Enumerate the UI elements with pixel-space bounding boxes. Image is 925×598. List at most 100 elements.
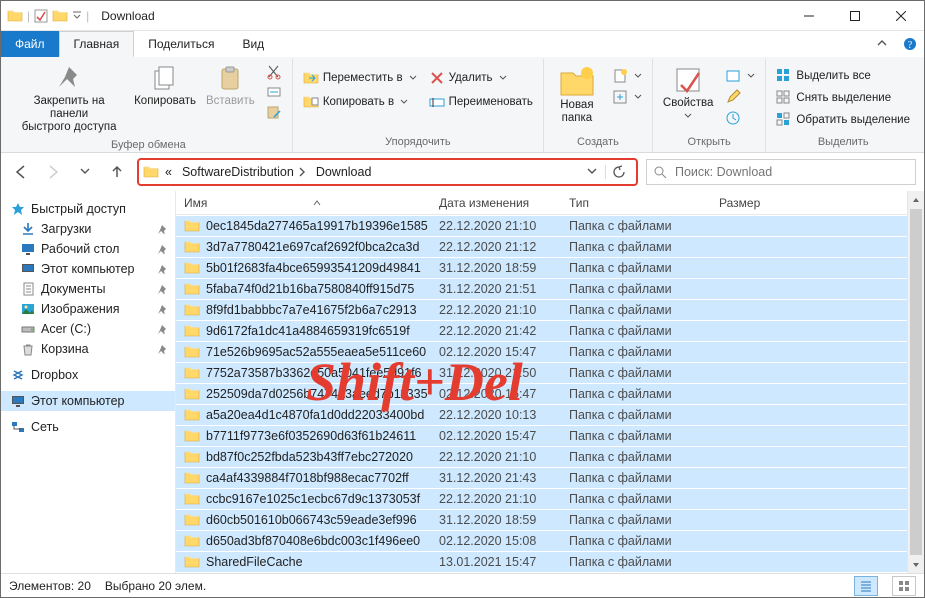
easy-access-icon	[612, 89, 628, 105]
file-date: 02.12.2020 15:47	[431, 345, 561, 359]
file-type: Папка с файлами	[561, 471, 711, 485]
table-row[interactable]: d650ad3bf870408e6bdc003c1f496ee002.12.20…	[176, 530, 924, 551]
sidebar-item-recycle[interactable]: Корзина	[1, 339, 175, 359]
sort-indicator-icon	[313, 200, 321, 206]
file-name: ccbc9167e1025c1ecbc67d9c1373053f	[206, 492, 420, 506]
paste-shortcut-button[interactable]	[262, 103, 286, 121]
breadcrumb-download[interactable]: Download	[312, 165, 376, 179]
folder-icon	[184, 218, 200, 234]
file-name: 3d7a7780421e697caf2692f0bca2ca3d	[206, 240, 419, 254]
ribbon-group-label-open: Открыть	[659, 134, 760, 152]
tab-share[interactable]: Поделиться	[134, 31, 228, 57]
column-header-size[interactable]: Размер	[711, 196, 801, 210]
easy-access-button[interactable]	[608, 88, 646, 106]
open-button[interactable]	[721, 67, 759, 85]
sidebar-network[interactable]: Сеть	[1, 417, 175, 437]
pin-to-quick-access-button[interactable]: Закрепить на панели быстрого доступа	[11, 63, 127, 137]
forward-button[interactable]	[41, 160, 65, 184]
table-row[interactable]: b7711f9773e6f0352690d63f61b2461102.12.20…	[176, 425, 924, 446]
history-button[interactable]	[721, 109, 759, 127]
details-view-button[interactable]	[854, 576, 878, 596]
column-header-date[interactable]: Дата изменения	[431, 196, 561, 210]
properties-button[interactable]: Свойства	[659, 63, 718, 122]
file-date: 22.12.2020 21:12	[431, 240, 561, 254]
delete-button[interactable]: Удалить	[425, 69, 537, 87]
table-row[interactable]: 5faba74f0d21b16ba7580840ff915d7531.12.20…	[176, 278, 924, 299]
table-row[interactable]: 7752a73587b3362d50a5041fee5d91f631.12.20…	[176, 362, 924, 383]
scroll-down-button[interactable]	[908, 556, 925, 573]
folder-icon	[184, 470, 200, 486]
sidebar-item-pictures[interactable]: Изображения	[1, 299, 175, 319]
up-button[interactable]	[105, 160, 129, 184]
table-row[interactable]: 252509da7d0256b7474a3aeed7b1133502.12.20…	[176, 383, 924, 404]
qat-folder-icon-2[interactable]	[52, 8, 68, 24]
sidebar-item-this-pc-qa[interactable]: Этот компьютер	[1, 259, 175, 279]
scrollbar-thumb[interactable]	[910, 209, 922, 555]
help-button[interactable]: ?	[896, 31, 924, 57]
search-box[interactable]	[646, 159, 916, 185]
column-header-type[interactable]: Тип	[561, 196, 711, 210]
copy-to-button[interactable]: Копировать в	[299, 93, 421, 111]
maximize-button[interactable]	[832, 1, 878, 31]
collapse-ribbon-button[interactable]	[868, 31, 896, 57]
table-row[interactable]: a5a20ea4d1c4870fa1d0dd22033400bd22.12.20…	[176, 404, 924, 425]
vertical-scrollbar[interactable]	[907, 191, 924, 573]
cut-button[interactable]	[262, 63, 286, 81]
sidebar-dropbox[interactable]: Dropbox	[1, 365, 175, 385]
sidebar-item-acer-c[interactable]: Acer (C:)	[1, 319, 175, 339]
navigation-row: « SoftwareDistribution Download	[1, 153, 924, 191]
table-row[interactable]: 8f9fd1babbbc7a7e41675f2b6a7c291322.12.20…	[176, 299, 924, 320]
tab-view[interactable]: Вид	[228, 31, 278, 57]
back-button[interactable]	[9, 160, 33, 184]
select-none-button[interactable]: Снять выделение	[772, 89, 914, 107]
paste-button[interactable]: Вставить	[203, 63, 258, 110]
breadcrumb-softwaredistribution[interactable]: SoftwareDistribution	[178, 165, 310, 179]
table-row[interactable]: ccbc9167e1025c1ecbc67d9c1373053f22.12.20…	[176, 488, 924, 509]
file-type: Папка с файлами	[561, 345, 711, 359]
sidebar-this-pc[interactable]: Этот компьютер	[1, 391, 175, 411]
qat-dropdown-icon[interactable]	[72, 11, 82, 21]
tab-file[interactable]: Файл	[1, 31, 59, 57]
table-row[interactable]: 5b01f2683fa4bce65993541209d4984131.12.20…	[176, 257, 924, 278]
scroll-up-button[interactable]	[908, 191, 925, 208]
recent-locations-button[interactable]	[73, 160, 97, 184]
address-dropdown-button[interactable]	[581, 167, 603, 177]
table-row[interactable]: 9d6172fa1dc41a4884659319fc6519f22.12.202…	[176, 320, 924, 341]
qat-properties-icon[interactable]	[34, 9, 48, 23]
copy-path-icon	[266, 84, 282, 100]
copy-button[interactable]: Копировать	[131, 63, 199, 110]
file-type: Папка с файлами	[561, 387, 711, 401]
new-folder-button[interactable]: Новая папка	[550, 63, 604, 127]
table-row[interactable]: 71e526b9695ac52a555eaea5e511ce6002.12.20…	[176, 341, 924, 362]
minimize-button[interactable]	[786, 1, 832, 31]
file-name: 5faba74f0d21b16ba7580840ff915d75	[206, 282, 414, 296]
close-button[interactable]	[878, 1, 924, 31]
refresh-button[interactable]	[605, 165, 632, 179]
table-row[interactable]: d60cb501610b066743c59eade3ef99631.12.202…	[176, 509, 924, 530]
sidebar-quick-access[interactable]: Быстрый доступ	[1, 199, 175, 219]
select-all-button[interactable]: Выделить все	[772, 67, 914, 85]
sidebar-item-downloads[interactable]: Загрузки	[1, 219, 175, 239]
table-row[interactable]: bd87f0c252fbda523b43ff7ebc27202022.12.20…	[176, 446, 924, 467]
sidebar-item-documents[interactable]: Документы	[1, 279, 175, 299]
invert-selection-button[interactable]: Обратить выделение	[772, 111, 914, 129]
table-row[interactable]: SharedFileCache13.01.2021 15:47Папка с ф…	[176, 551, 924, 572]
copy-path-button[interactable]	[262, 83, 286, 101]
move-to-button[interactable]: Переместить в	[299, 69, 421, 87]
search-input[interactable]	[673, 164, 909, 180]
address-bar[interactable]: « SoftwareDistribution Download	[137, 158, 638, 186]
sidebar-item-desktop[interactable]: Рабочий стол	[1, 239, 175, 259]
edit-button[interactable]	[721, 88, 759, 106]
table-row[interactable]: ca4af4339884f7018bf988ecac7702ff31.12.20…	[176, 467, 924, 488]
table-row[interactable]: 3d7a7780421e697caf2692f0bca2ca3d 22.12.20…	[176, 236, 924, 257]
tab-home[interactable]: Главная	[59, 31, 135, 57]
rename-button[interactable]: Переименовать	[425, 93, 537, 111]
recycle-icon	[21, 342, 35, 356]
new-item-button[interactable]	[608, 67, 646, 85]
column-header-name[interactable]: Имя	[176, 196, 431, 210]
folder-icon	[184, 428, 200, 444]
breadcrumb-prefix[interactable]: «	[161, 165, 176, 179]
large-icons-view-button[interactable]	[892, 576, 916, 596]
table-row[interactable]: 0ec1845da277465a19917b19396e158522.12.20…	[176, 215, 924, 236]
file-rows: 0ec1845da277465a19917b19396e158522.12.20…	[176, 215, 924, 573]
